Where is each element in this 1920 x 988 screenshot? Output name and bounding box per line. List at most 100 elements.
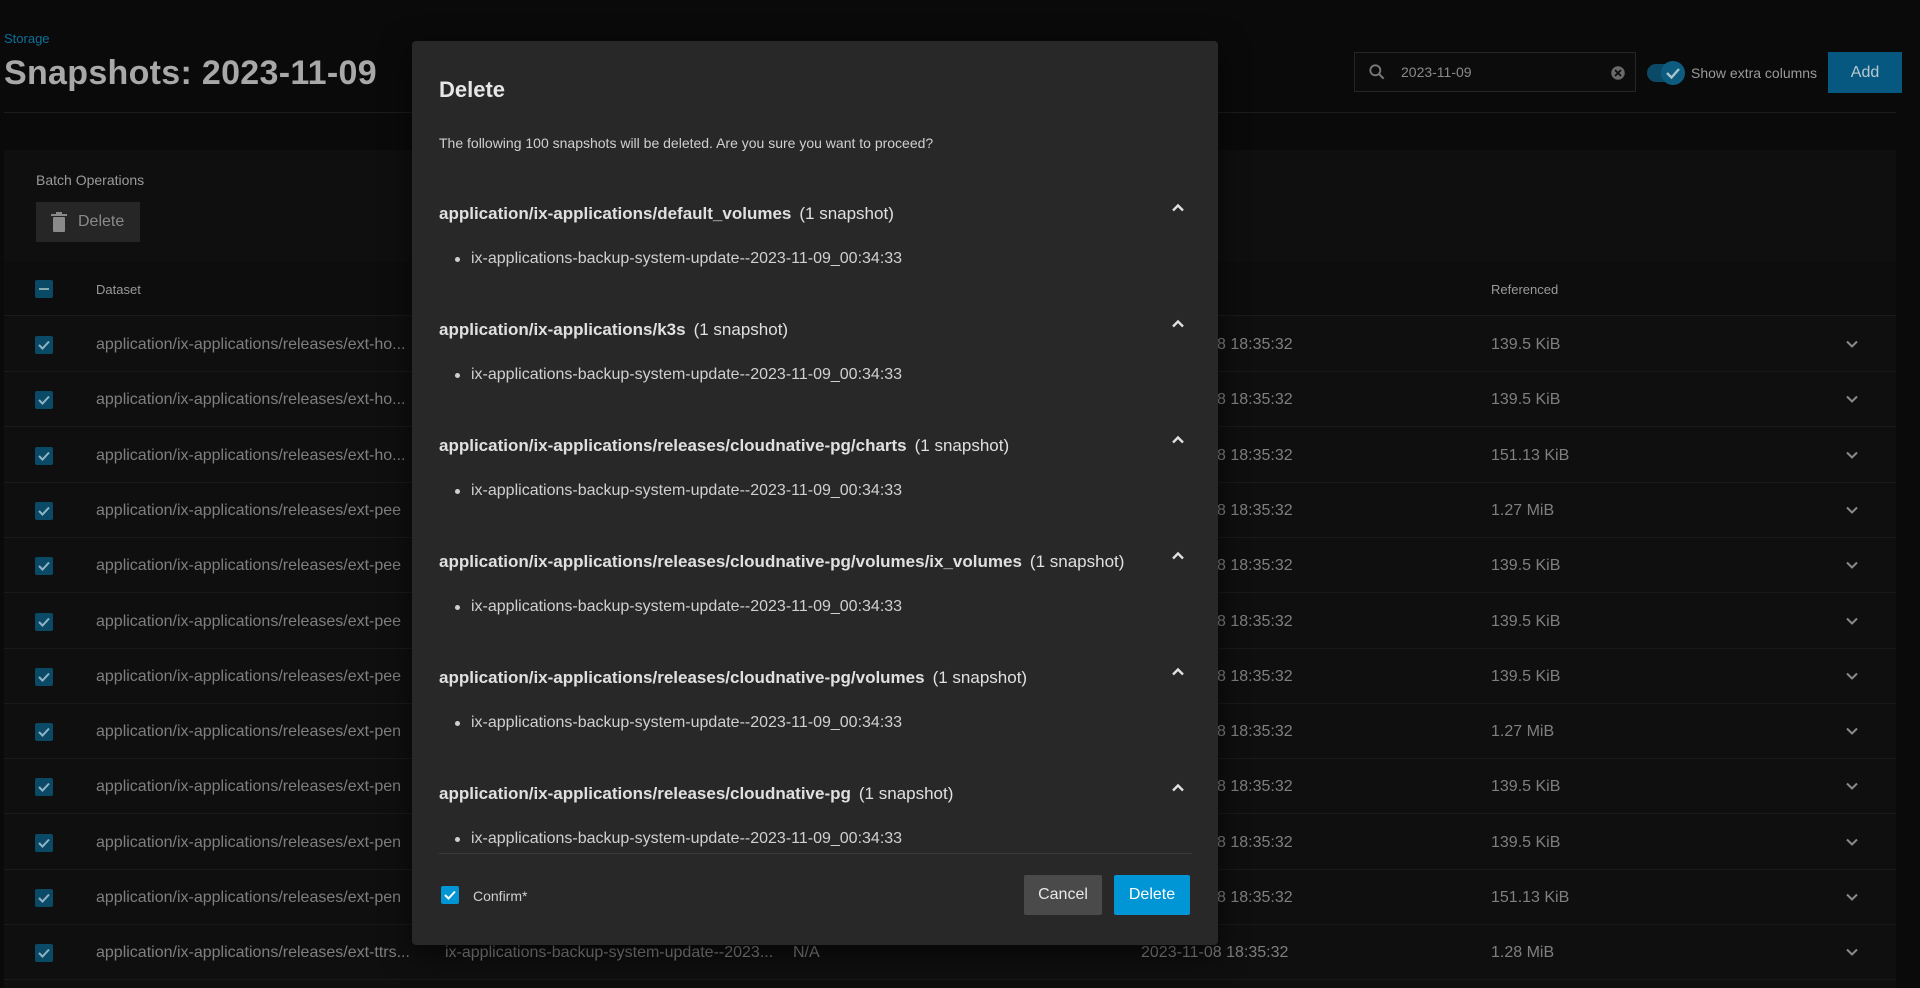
cell-referenced: 151.13 KiB [1491, 446, 1570, 464]
dialog-message: The following 100 snapshots will be dele… [439, 135, 934, 151]
cell-referenced: 139.5 KiB [1491, 336, 1561, 353]
chevron-down-icon[interactable] [1844, 502, 1860, 518]
row-checkbox[interactable] [35, 336, 53, 354]
show-extra-columns-toggle[interactable] [1647, 61, 1685, 85]
cell-created: 8 18:35:32 [1217, 833, 1293, 851]
cell-extra: N/A [793, 944, 820, 962]
snapshot-group-list[interactable]: application/ix-applications/default_volu… [439, 184, 1192, 854]
cell-referenced: 139.5 KiB [1491, 557, 1561, 575]
dataset-name: application/ix-applications/k3s [439, 320, 686, 339]
column-header-dataset[interactable]: Dataset [96, 282, 141, 297]
row-checkbox[interactable] [35, 889, 53, 907]
cell-dataset: application/ix-applications/releases/ext… [96, 889, 402, 906]
row-checkbox[interactable] [35, 778, 53, 797]
select-all-checkbox[interactable] [35, 280, 53, 298]
cell-dataset: application/ix-applications/releases/ext… [96, 612, 402, 630]
delete-button[interactable]: Delete [1114, 875, 1190, 915]
snapshot-item: ix-applications-backup-system-update--20… [454, 482, 903, 499]
snapshot-count: (1 snapshot) [1029, 552, 1125, 571]
batch-delete-button[interactable]: Delete [36, 202, 140, 242]
snapshot-group-header[interactable]: application/ix-applications/releases/clo… [439, 784, 953, 804]
chevron-down-icon[interactable] [1844, 889, 1860, 905]
search-value: 2023-11-09 [1401, 64, 1472, 80]
cell-created: 8 18:35:32 [1217, 667, 1293, 685]
chevron-up-icon[interactable] [1168, 546, 1188, 566]
row-checkbox[interactable] [35, 612, 53, 631]
check-icon [38, 893, 50, 903]
check-icon [444, 890, 456, 900]
chevron-down-icon[interactable] [1844, 336, 1860, 352]
row-checkbox[interactable] [35, 833, 53, 852]
chevron-down-icon[interactable] [1844, 447, 1860, 463]
chevron-down-icon[interactable] [1844, 778, 1860, 794]
cell-created: 8 18:35:32 [1217, 778, 1293, 796]
cell-dataset: application/ix-applications/releases/ext… [96, 501, 402, 519]
add-button[interactable]: Add [1828, 52, 1902, 93]
confirm-checkbox[interactable] [441, 886, 459, 904]
check-icon [38, 396, 50, 406]
row-checkbox[interactable] [35, 446, 53, 465]
chevron-up-icon[interactable] [1168, 778, 1188, 798]
row-checkbox[interactable] [35, 557, 53, 576]
dataset-name: application/ix-applications/releases/clo… [439, 436, 907, 455]
chevron-down-icon[interactable] [1844, 723, 1860, 739]
snapshot-group-header[interactable]: application/ix-applications/releases/clo… [439, 552, 1124, 572]
cell-dataset: application/ix-applications/releases/ext… [96, 446, 406, 464]
snapshot-count: (1 snapshot) [858, 784, 954, 803]
cell-dataset: application/ix-applications/releases/ext… [96, 336, 406, 353]
chevron-up-icon[interactable] [1168, 314, 1188, 334]
row-checkbox[interactable] [35, 667, 53, 686]
snapshot-item: ix-applications-backup-system-update--20… [454, 250, 903, 267]
chevron-up-icon[interactable] [1168, 198, 1188, 218]
cell-created: 8 18:35:32 [1217, 889, 1293, 906]
clear-icon[interactable] [1609, 64, 1627, 82]
chevron-down-icon[interactable] [1844, 613, 1860, 629]
snapshot-group-header[interactable]: application/ix-applications/k3s (1 snapsh… [439, 320, 788, 340]
cell-snapshot: ix-applications-backup-system-update--20… [445, 944, 774, 962]
chevron-up-icon[interactable] [1168, 430, 1188, 450]
column-header-referenced[interactable]: Referenced [1491, 282, 1558, 297]
snapshot-group-header[interactable]: application/ix-applications/releases/clo… [439, 436, 1009, 456]
snapshot-group-header[interactable]: application/ix-applications/default_volu… [439, 204, 894, 224]
cancel-button[interactable]: Cancel [1024, 875, 1102, 915]
row-checkbox[interactable] [35, 501, 53, 520]
snapshot-group-header[interactable]: application/ix-applications/releases/clo… [439, 668, 1027, 688]
check-icon [38, 617, 50, 627]
snapshot-group: application/ix-applications/default_volu… [439, 184, 1192, 300]
row-checkbox[interactable] [35, 944, 53, 963]
cell-created: 8 18:35:32 [1217, 723, 1293, 741]
dataset-name: application/ix-applications/releases/clo… [439, 552, 1022, 571]
snapshot-item: ix-applications-backup-system-update--20… [454, 714, 903, 731]
confirm-label: Confirm* [473, 888, 528, 904]
cell-created: 8 18:35:32 [1217, 501, 1293, 519]
check-icon [38, 340, 50, 350]
check-icon [38, 562, 50, 572]
page-title: Snapshots: 2023-11-09 [4, 54, 377, 92]
snapshot-count: (1 snapshot) [799, 204, 894, 223]
dataset-name: application/ix-applications/releases/clo… [439, 668, 925, 687]
chevron-down-icon[interactable] [1844, 668, 1860, 684]
snapshot-group: application/ix-applications/k3s (1 snapsh… [439, 300, 1192, 416]
chevron-down-icon[interactable] [1844, 557, 1860, 573]
snapshot-count: (1 snapshot) [932, 668, 1028, 687]
cell-dataset: application/ix-applications/releases/ext… [96, 667, 402, 685]
toggle-label: Show extra columns [1691, 65, 1818, 81]
search-input[interactable]: 2023-11-09 [1354, 52, 1636, 92]
check-icon [38, 727, 50, 738]
cell-created: 8 18:35:32 [1217, 612, 1293, 630]
cell-referenced: 1.27 MiB [1491, 501, 1555, 519]
breadcrumb-storage[interactable]: Storage [4, 31, 50, 46]
chevron-up-icon[interactable] [1168, 662, 1188, 682]
trash-icon [51, 212, 67, 232]
batch-delete-label: Delete [78, 213, 125, 230]
toggle-knob [1661, 61, 1685, 85]
chevron-down-icon[interactable] [1844, 944, 1860, 960]
row-checkbox[interactable] [35, 391, 53, 410]
cell-dataset: application/ix-applications/releases/ext… [96, 833, 402, 851]
check-icon [38, 672, 50, 682]
chevron-down-icon[interactable] [1844, 834, 1860, 850]
snapshot-count: (1 snapshot) [914, 436, 1010, 455]
row-checkbox[interactable] [35, 723, 53, 742]
chevron-down-icon[interactable] [1844, 391, 1860, 407]
snapshot-item: ix-applications-backup-system-update--20… [454, 598, 903, 615]
